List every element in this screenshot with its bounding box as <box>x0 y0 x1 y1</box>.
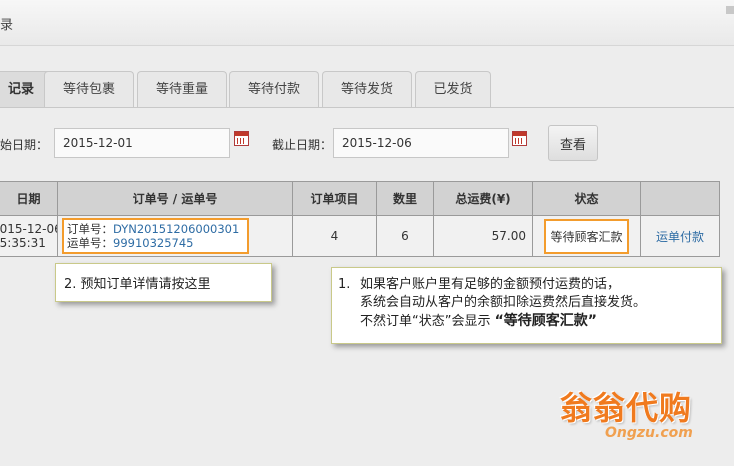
start-date-label: 起始日期： <box>0 138 49 152</box>
tip-number: 1. <box>338 277 351 292</box>
calendar-icon[interactable] <box>234 131 249 146</box>
end-date-input[interactable] <box>333 128 509 158</box>
date-cell: 2015-12-06 15:35:31 <box>0 215 58 257</box>
order-info-box: 订单号：DYN20151206000301 运单号：99910325745 <box>62 218 250 254</box>
tip-line-2: 系统会自动从客户的余额扣除运费然后直接发货。 <box>360 295 647 310</box>
order-no-link[interactable]: DYN20151206000301 <box>113 222 239 236</box>
watermark-text: 翁翁代购 <box>560 389 693 427</box>
window-corner-icon <box>726 6 734 14</box>
waybill-no-label: 运单号： <box>67 236 113 250</box>
waybill-pay-link[interactable]: 运单付款 <box>656 230 704 244</box>
tab-waiting-weight[interactable]: 等待重量 <box>137 71 227 107</box>
col-header-items: 订单项目 <box>292 181 377 216</box>
col-header-order-no: 订单号 / 运单号 <box>57 181 293 216</box>
quantity-cell: 6 <box>376 215 434 257</box>
query-button[interactable]: 查看 <box>548 125 598 161</box>
action-cell: 运单付款 <box>640 215 720 257</box>
order-date: 2015-12-06 <box>0 222 57 236</box>
col-header-action <box>640 181 720 216</box>
col-header-quantity: 数里 <box>376 181 434 216</box>
tip-status-highlight: “等待顾客汇款” <box>494 313 598 329</box>
order-no-label: 订单号： <box>67 222 113 236</box>
col-header-total: 总运费(¥) <box>433 181 533 216</box>
page-title: 录 <box>0 18 14 33</box>
tab-waiting-payment[interactable]: 等待付款 <box>229 71 319 107</box>
end-date-label: 截止日期： <box>272 138 333 152</box>
items-cell: 4 <box>292 215 377 257</box>
tip-line-3-prefix: 不然订单“状态”会显示 <box>360 314 495 329</box>
status-badge: 等待顾客汇款 <box>544 218 629 254</box>
tip-auto-payment: 1. 如果客户账户里有足够的金额预付运费的话， 系统会自动从客户的余额扣除运费然… <box>331 267 722 344</box>
start-date-input[interactable] <box>54 128 230 158</box>
title-bar: 录 <box>0 0 734 46</box>
tab-waiting-shipment[interactable]: 等待发货 <box>322 71 412 107</box>
tip-order-details: 2. 预知订单详情请按这里 <box>55 263 272 302</box>
orders-table: 日期 订单号 / 运单号 订单项目 数里 总运费(¥) 状态 2015-12-0… <box>0 181 720 257</box>
tab-shipped[interactable]: 已发货 <box>415 71 491 107</box>
tip-line-3: 不然订单“状态”会显示 “等待顾客汇款” <box>360 312 646 331</box>
tip-line-1: 如果客户账户里有足够的金额预付运费的话， <box>360 277 621 292</box>
total-cell: 57.00 <box>433 215 533 257</box>
table-row: 2015-12-06 15:35:31 订单号：DYN2015120600030… <box>0 215 720 257</box>
watermark-url: Ongzu.com <box>605 425 693 441</box>
col-header-status: 状态 <box>532 181 641 216</box>
order-no-cell: 订单号：DYN20151206000301 运单号：99910325745 <box>57 215 293 257</box>
status-cell: 等待顾客汇款 <box>532 215 641 257</box>
waybill-no-link[interactable]: 99910325745 <box>113 236 193 250</box>
tab-divider <box>0 107 734 108</box>
table-header-row: 日期 订单号 / 运单号 订单项目 数里 总运费(¥) 状态 <box>0 181 720 216</box>
tab-waiting-package[interactable]: 等待包裹 <box>44 71 134 107</box>
calendar-icon[interactable] <box>512 131 527 146</box>
order-time: 15:35:31 <box>0 236 46 250</box>
col-header-date: 日期 <box>0 181 58 216</box>
watermark-logo: 翁翁代购 Ongzu.com <box>560 383 730 463</box>
